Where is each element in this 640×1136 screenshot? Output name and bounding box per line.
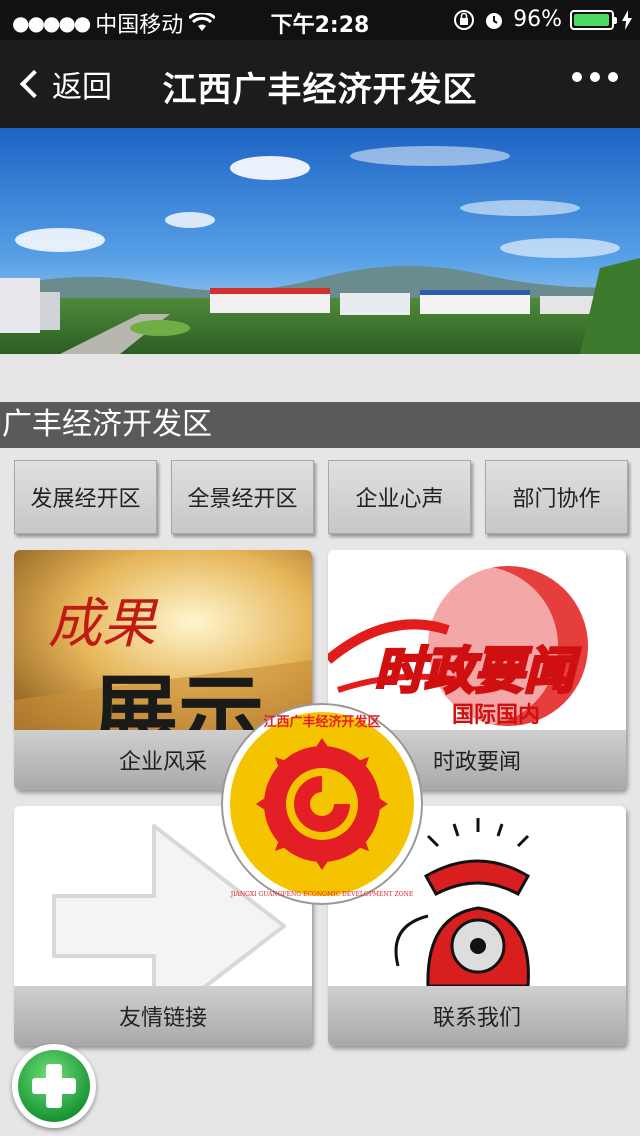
tab-enterprise-voice[interactable]: 企业心声 [328,460,471,534]
banner-image [0,128,640,354]
category-tabs: 发展经开区 全景经开区 企业心声 部门协作 [14,460,628,534]
art-text-1: 成果 [48,592,159,655]
emblem-english-text: JIANGXI GUANGFENG ECONOMIC DEVELOPMENT Z… [230,891,414,898]
rotation-lock-icon [454,9,475,30]
nav-bar: 返回 江西广丰经济开发区 [0,40,640,128]
more-button[interactable] [572,72,618,82]
emblem-chinese-text: 江西广丰经济开发区 [263,714,380,730]
tab-panorama[interactable]: 全景经开区 [171,460,314,534]
more-dot-icon [590,72,600,82]
add-button[interactable] [12,1044,96,1128]
charging-icon [622,9,632,30]
emblem-logo: 江西广丰经济开发区 JIANGXI GUANGFENG ECONOMIC DEV… [220,702,424,906]
battery-icon [570,9,617,30]
art-text-2: 国际国内 [452,703,540,728]
tile-label: 友情链接 [14,986,312,1046]
art-text-1: 时政要闻 [374,642,581,700]
status-right: 96% [453,7,632,32]
section-title: 广丰经济开发区 [0,402,640,448]
page-title: 江西广丰经济开发区 [162,70,478,110]
tab-department-cooperation[interactable]: 部门协作 [485,460,628,534]
tab-development[interactable]: 发展经开区 [14,460,157,534]
status-bar: ●●●●● 中国移动 下午2:28 96% [0,0,640,40]
battery-percent: 96% [513,7,562,32]
tile-label: 联系我们 [328,986,626,1046]
alarm-icon [486,12,503,29]
more-dot-icon [572,72,582,82]
more-dot-icon [608,72,618,82]
